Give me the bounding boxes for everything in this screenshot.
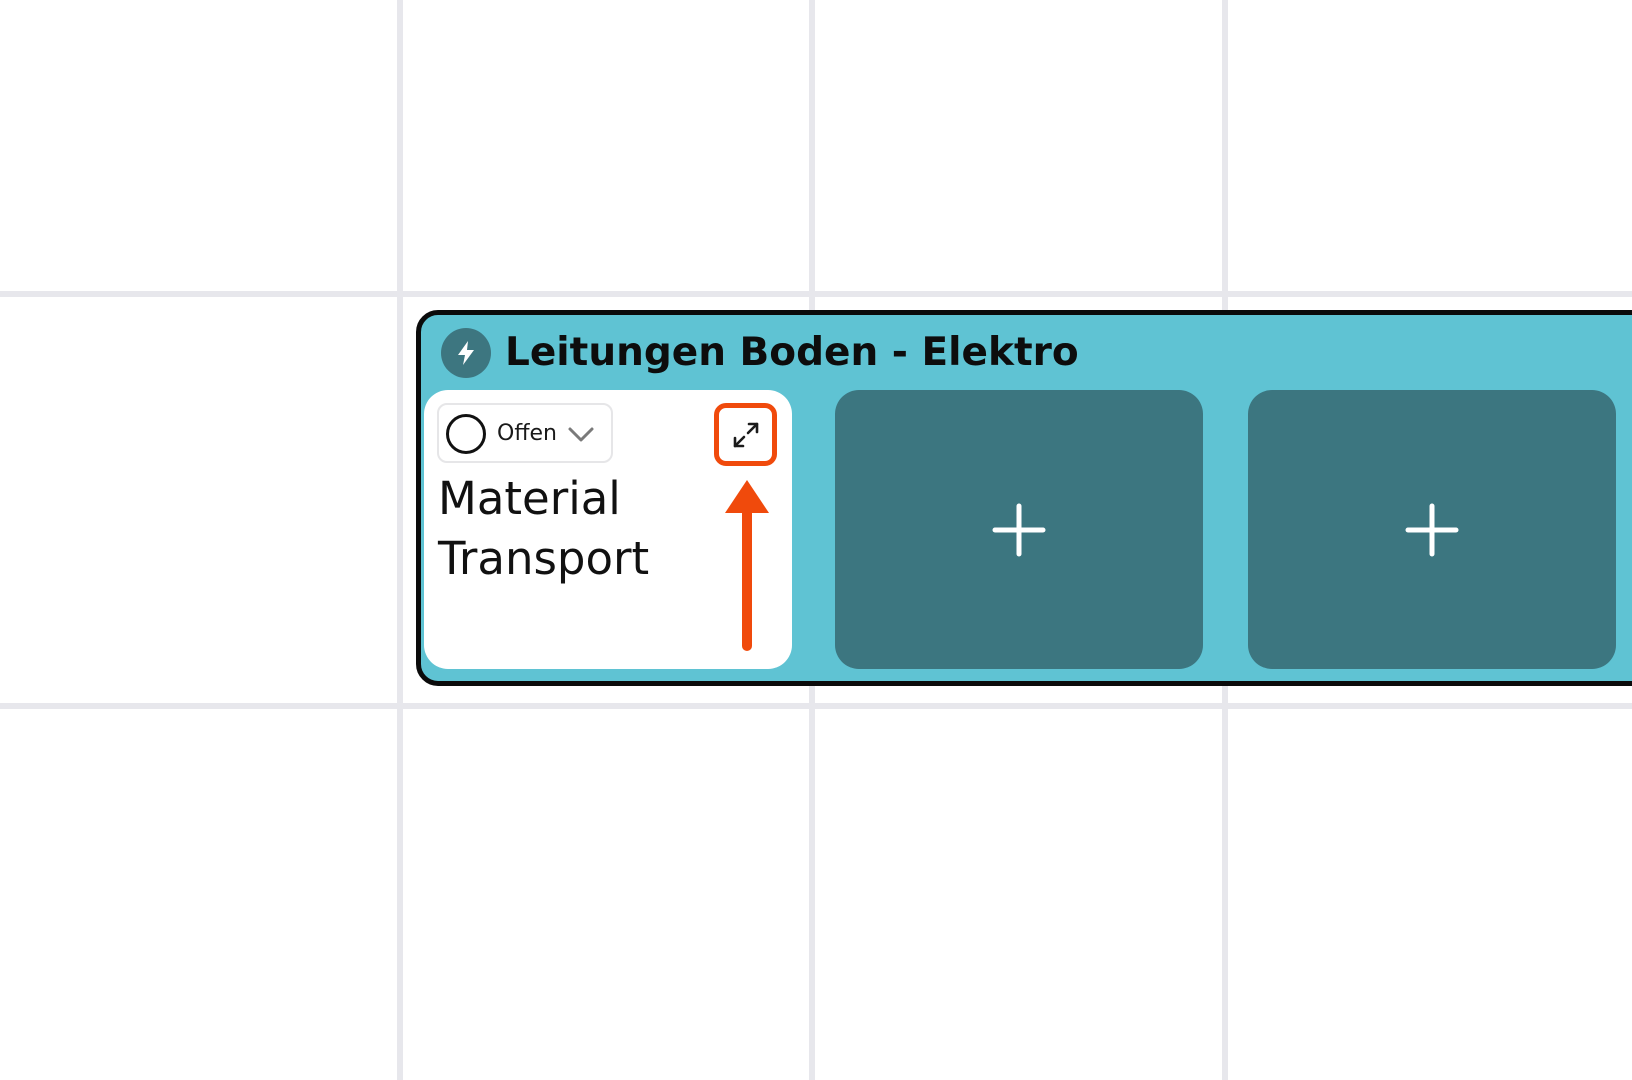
- grid-line-horizontal: [0, 291, 1632, 297]
- plus-icon: [1405, 503, 1459, 556]
- group-title: Leitungen Boden - Elektro: [505, 330, 1079, 375]
- add-task-button[interactable]: [1248, 390, 1616, 669]
- task-title: Material Transport: [438, 472, 650, 585]
- add-task-button[interactable]: [835, 390, 1203, 669]
- expand-button[interactable]: [714, 403, 777, 466]
- status-label: Offen: [497, 421, 557, 446]
- circle-outline-icon: [446, 414, 486, 454]
- lightning-bolt-icon: [441, 328, 491, 378]
- plus-icon: [992, 503, 1046, 556]
- annotation-arrow: [725, 480, 769, 651]
- board-canvas: Leitungen Boden - Elektro Offen Material…: [0, 0, 1632, 1080]
- grid-line-horizontal: [0, 703, 1632, 709]
- expand-arrows-icon: [733, 422, 758, 447]
- grid-line-vertical: [397, 0, 403, 1080]
- chevron-down-icon: [568, 427, 594, 442]
